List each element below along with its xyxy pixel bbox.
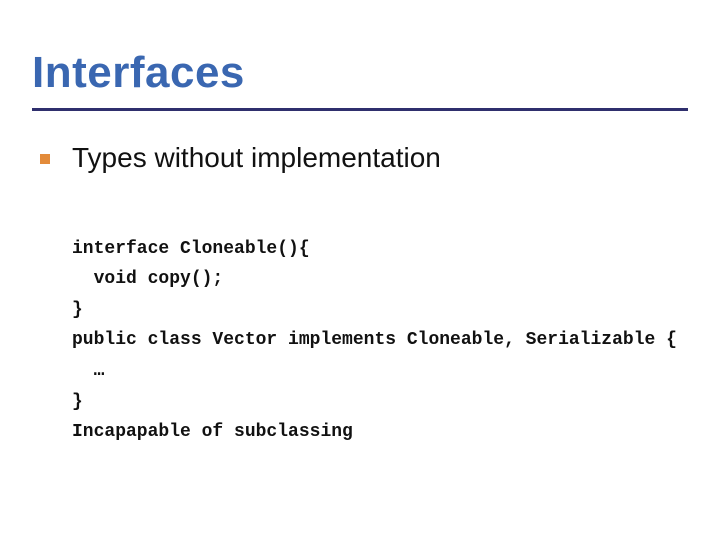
slide-body: Types without implementation interface C…	[40, 140, 680, 478]
code-line: }	[72, 392, 83, 412]
square-bullet-icon	[40, 154, 50, 164]
title-underline	[32, 108, 688, 111]
code-line: void copy();	[72, 269, 223, 289]
bullet-text: Types without implementation	[72, 140, 441, 175]
slide: Interfaces Types without implementation …	[0, 0, 720, 540]
code-line: public class Vector implements Cloneable…	[72, 330, 677, 350]
code-line: …	[72, 361, 104, 381]
code-line: Incapapable of subclassing	[72, 422, 353, 442]
slide-title: Interfaces	[32, 48, 245, 98]
code-block: interface Cloneable(){ void copy(); } pu…	[72, 203, 680, 478]
bullet-item: Types without implementation	[40, 140, 680, 175]
code-line: }	[72, 300, 83, 320]
code-line: interface Cloneable(){	[72, 239, 310, 259]
